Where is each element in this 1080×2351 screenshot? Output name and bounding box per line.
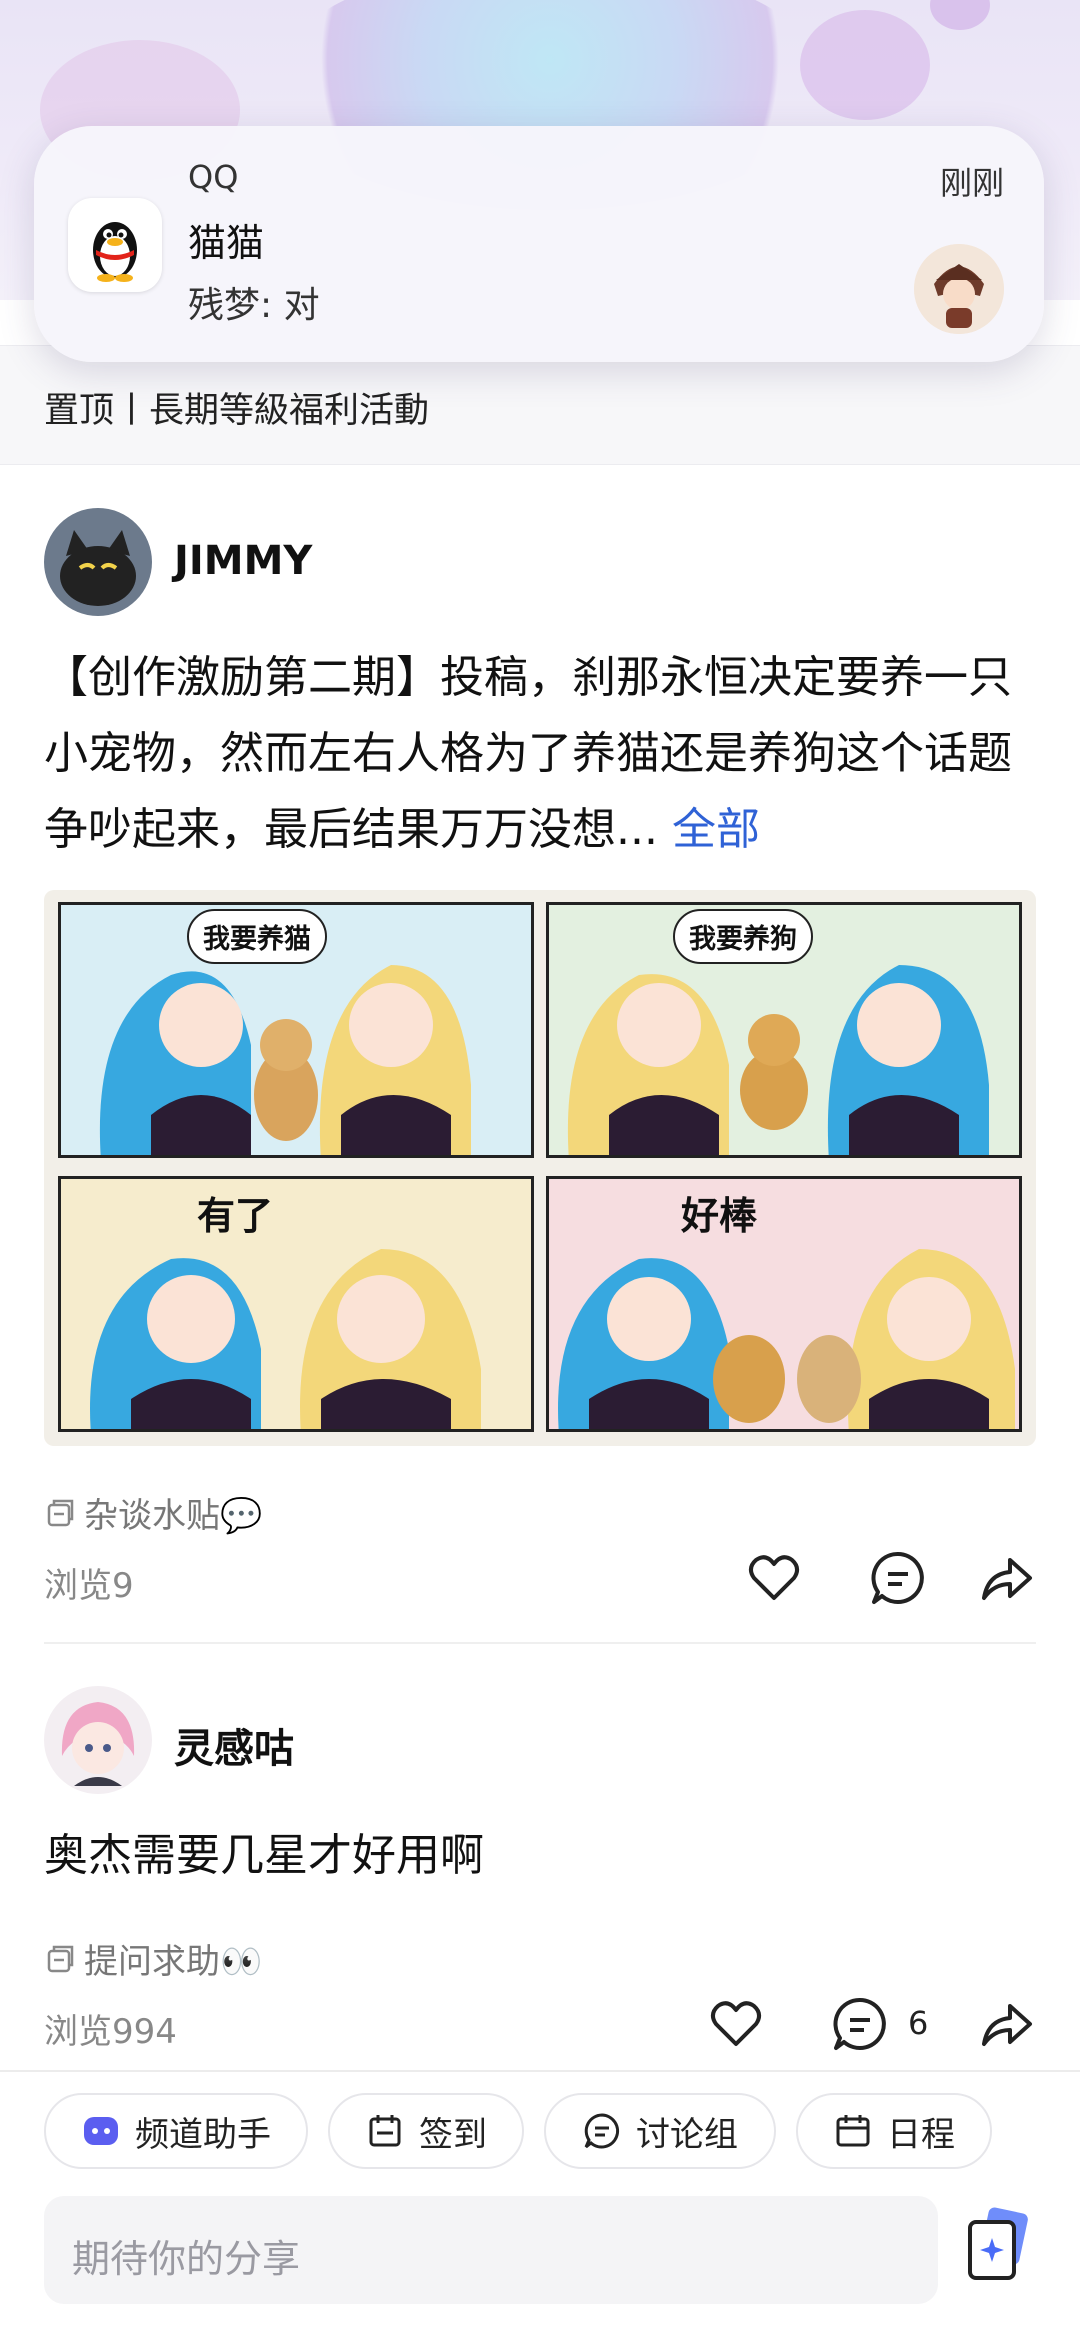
comic-panel: 我要养猫 (58, 902, 534, 1158)
author-name[interactable]: JIMMY (174, 538, 312, 584)
share-icon[interactable] (976, 1548, 1036, 1608)
speech-bubble: 我要养猫 (187, 909, 327, 964)
like-icon[interactable] (706, 1994, 766, 2054)
notification-title: 猫猫 (188, 221, 265, 265)
comic-panel: 我要养狗 (546, 902, 1022, 1158)
comic-panel: 好棒 (546, 1176, 1022, 1432)
comment-count: 6 (908, 2004, 929, 2042)
tag-label: 提问求助👀 (84, 1942, 263, 1982)
like-icon[interactable] (744, 1548, 804, 1608)
view-count: 浏览9 (44, 1566, 134, 1606)
pinned-post[interactable]: 置顶丨長期等級福利活動 (0, 345, 1080, 465)
tag-icon (47, 1499, 74, 1526)
sender-avatar (914, 244, 1004, 334)
post-tag[interactable]: 杂谈水贴💬 (44, 1488, 262, 1537)
chip-label: 签到 (419, 2114, 487, 2155)
expand-link[interactable]: 全部 (672, 804, 760, 855)
comic-caption: 好棒 (681, 1194, 758, 1238)
schedule-button[interactable]: 日程 (796, 2093, 992, 2169)
post-header[interactable]: 灵感咕 (44, 1686, 1044, 1794)
qq-notification[interactable]: QQ 刚刚 猫猫 残梦: 对 (34, 126, 1044, 362)
discussion-group-button[interactable]: 讨论组 (544, 2093, 776, 2169)
qq-penguin-icon (68, 198, 162, 292)
calendar-icon (836, 2115, 870, 2147)
post-content[interactable]: 奥杰需要几星才好用啊 (44, 1818, 1044, 1894)
post-content[interactable]: 【创作激励第二期】投稿，刹那永恒决定要养一只小宠物，然而左右人格为了养猫还是养狗… (44, 640, 1044, 868)
chip-label: 频道助手 (135, 2114, 271, 2155)
checkin-icon (369, 2115, 401, 2147)
comic-panel: 有了 (58, 1176, 534, 1432)
post-image[interactable]: 我要养猫 我要养狗 有了 好棒 (44, 890, 1036, 1446)
share-input-placeholder: 期待你的分享 (72, 2237, 301, 2281)
notification-app-name: QQ (188, 158, 239, 196)
bottom-bar-separator (0, 2070, 1080, 2072)
avatar[interactable] (44, 508, 152, 616)
comment-icon[interactable] (830, 1994, 890, 2054)
view-count: 浏览994 (44, 2012, 177, 2052)
compose-post-icon[interactable] (966, 2206, 1030, 2282)
pinned-label: 置顶丨長期等級福利活動 (44, 391, 430, 431)
notification-time: 刚刚 (939, 164, 1004, 202)
tag-label: 杂谈水贴💬 (84, 1496, 263, 1536)
avatar[interactable] (44, 1686, 152, 1794)
comment-icon[interactable] (868, 1548, 928, 1608)
share-input[interactable]: 期待你的分享 (44, 2196, 938, 2304)
assistant-icon (84, 2117, 118, 2145)
author-name[interactable]: 灵感咕 (174, 1716, 294, 1774)
post-text: 【创作激励第二期】投稿，刹那永恒决定要养一只小宠物，然而左右人格为了养猫还是养狗… (44, 652, 1012, 855)
chip-label: 日程 (887, 2114, 955, 2155)
chip-label: 讨论组 (636, 2114, 738, 2155)
post-divider (44, 1642, 1036, 1644)
tag-icon (47, 1945, 74, 1972)
checkin-button[interactable]: 签到 (328, 2093, 524, 2169)
comic-caption: 有了 (197, 1194, 274, 1238)
channel-assistant-button[interactable]: 频道助手 (44, 2093, 308, 2169)
notification-message: 残梦: 对 (188, 285, 320, 326)
post-tag[interactable]: 提问求助👀 (44, 1934, 262, 1983)
speech-bubble: 我要养狗 (673, 909, 813, 964)
share-icon[interactable] (976, 1994, 1036, 2054)
post-text: 奥杰需要几星才好用啊 (44, 1830, 484, 1881)
post-header[interactable]: JIMMY (44, 508, 1044, 616)
discussion-icon (584, 2113, 620, 2149)
